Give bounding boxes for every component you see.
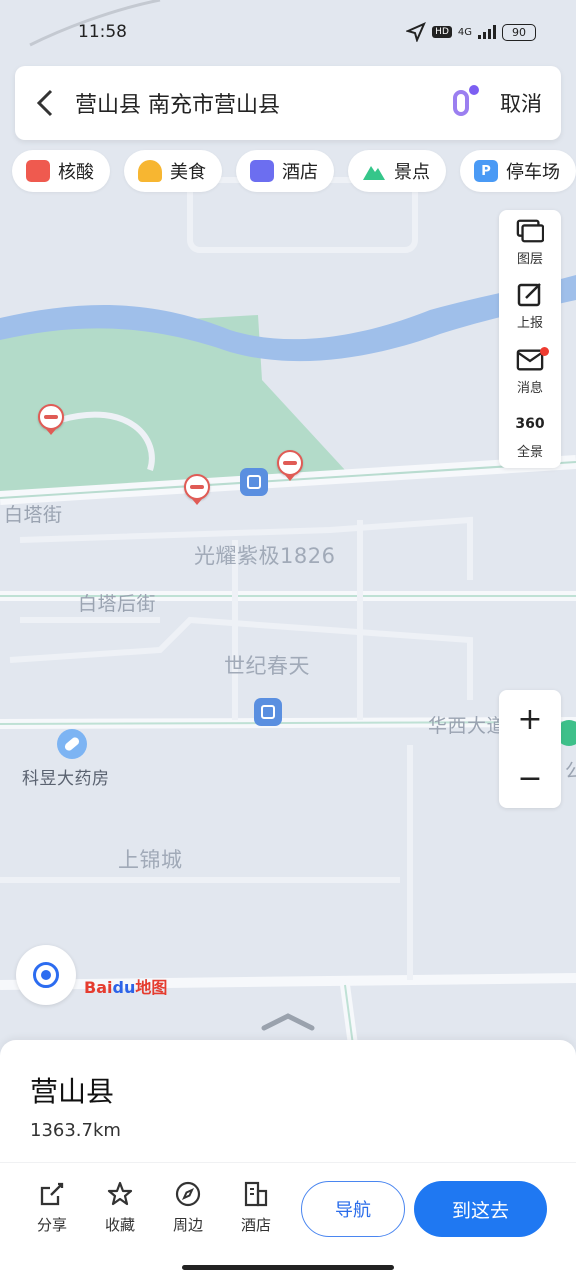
hotel-icon <box>244 1181 268 1207</box>
test-tube-icon <box>26 160 50 182</box>
bus-stop-icon[interactable] <box>254 698 282 726</box>
voice-search-button[interactable] <box>441 83 481 123</box>
no-entry-marker[interactable] <box>184 474 210 500</box>
search-query[interactable]: 营山县 南充市营山县 <box>75 87 441 119</box>
zoom-control: + − <box>499 690 561 808</box>
panorama-button[interactable]: 360 全景 <box>499 404 561 469</box>
hotel-icon <box>250 160 274 182</box>
action-label: 分享 <box>36 1216 67 1234</box>
chip-label: 停车场 <box>506 162 560 183</box>
clock: 11:58 <box>78 22 127 42</box>
pharmacy-icon[interactable] <box>57 729 87 759</box>
zoom-out-button[interactable]: − <box>499 749 561 808</box>
action-label: 周边 <box>172 1216 203 1234</box>
chip-label: 景点 <box>394 162 430 183</box>
report-icon <box>517 283 541 307</box>
sheet-expand-handle[interactable] <box>258 1010 318 1034</box>
tool-label: 图层 <box>516 251 543 267</box>
layers-button[interactable]: 图层 <box>499 210 561 275</box>
divider <box>0 1162 576 1163</box>
bus-stop-icon[interactable] <box>240 468 268 496</box>
navigate-button[interactable]: 导航 <box>301 1181 405 1237</box>
mic-badge <box>469 85 479 95</box>
report-button[interactable]: 上报 <box>499 275 561 340</box>
area-label: 光耀紫极1826 <box>194 544 336 568</box>
area-label: 公 <box>565 760 576 782</box>
back-button[interactable] <box>15 66 75 140</box>
battery-icon: 90 <box>502 23 536 41</box>
marker-tail <box>46 429 56 435</box>
mountain-icon <box>363 166 385 180</box>
map-tools-panel: 图层 上报 消息 360 全景 <box>499 210 561 468</box>
no-entry-marker[interactable] <box>38 404 64 430</box>
food-icon <box>138 160 162 182</box>
chip-parking[interactable]: P 停车场 <box>460 150 576 192</box>
locate-me-button[interactable] <box>16 945 76 1005</box>
cancel-button[interactable]: 取消 <box>481 88 561 118</box>
action-label: 收藏 <box>104 1216 135 1234</box>
star-icon <box>107 1181 133 1206</box>
compass-icon <box>175 1181 201 1207</box>
status-icons: HD 4G 90 <box>406 22 536 42</box>
chevron-left-icon <box>36 89 53 117</box>
nearby-button[interactable]: 周边 <box>156 1180 220 1235</box>
category-chips: 核酸 美食 酒店 景点 P 停车场 <box>12 150 576 192</box>
tool-label: 全景 <box>516 445 543 461</box>
logo-text: du <box>112 978 136 997</box>
area-label: 世纪春天 <box>224 654 310 678</box>
crosshair-icon <box>33 962 59 988</box>
poi-label-pharmacy[interactable]: 科昱大药房 <box>22 764 110 789</box>
logo-text: Bai <box>84 978 113 997</box>
zoom-in-button[interactable]: + <box>499 690 561 749</box>
tool-label: 消息 <box>516 380 543 396</box>
share-button[interactable]: 分享 <box>20 1180 84 1235</box>
unread-badge <box>540 347 549 356</box>
layers-icon <box>516 219 544 243</box>
status-bar: 11:58 HD 4G 90 <box>0 0 576 60</box>
network-type: 4G <box>457 26 472 38</box>
marker-tail <box>285 475 295 481</box>
place-distance: 1363.7km <box>30 1120 121 1141</box>
panorama-360-icon: 360 <box>515 416 545 433</box>
mic-icon <box>453 90 469 116</box>
logo-text: 地图 <box>135 978 168 997</box>
chip-scenic[interactable]: 景点 <box>348 150 446 192</box>
hd-icon: HD <box>432 26 452 38</box>
chip-label: 酒店 <box>282 162 318 183</box>
tool-label: 上报 <box>516 316 543 332</box>
street-label: 白塔街 <box>4 504 63 526</box>
marker-tail <box>192 499 202 505</box>
parking-icon: P <box>474 160 498 182</box>
chip-label: 美食 <box>170 162 206 183</box>
go-here-button[interactable]: 到这去 <box>414 1181 547 1237</box>
street-label: 白塔后街 <box>78 593 157 615</box>
home-indicator[interactable] <box>182 1265 394 1270</box>
chip-hotel[interactable]: 酒店 <box>236 150 334 192</box>
location-arrow-icon <box>406 22 427 42</box>
messages-button[interactable]: 消息 <box>499 339 561 404</box>
favorite-button[interactable]: 收藏 <box>88 1180 152 1235</box>
signal-icon <box>478 25 496 39</box>
action-label: 酒店 <box>240 1216 271 1234</box>
chip-label: 核酸 <box>58 162 94 183</box>
chip-food[interactable]: 美食 <box>124 150 222 192</box>
share-icon <box>40 1182 64 1206</box>
search-bar: 营山县 南充市营山县 取消 <box>15 66 561 140</box>
chip-nucleic-test[interactable]: 核酸 <box>12 150 110 192</box>
baidu-map-logo: Baidu地图 <box>84 974 167 998</box>
hotel-nearby-button[interactable]: 酒店 <box>224 1180 288 1235</box>
place-actions: 分享 收藏 周边 酒店 <box>20 1180 288 1235</box>
no-entry-marker[interactable] <box>277 450 303 476</box>
place-detail-sheet: 营山县 1363.7km 分享 收藏 周边 酒店 导航 到这去 <box>0 1040 576 1280</box>
street-label: 华西大道 <box>428 715 507 737</box>
place-title: 营山县 <box>30 1075 115 1108</box>
area-label: 上锦城 <box>118 848 183 872</box>
